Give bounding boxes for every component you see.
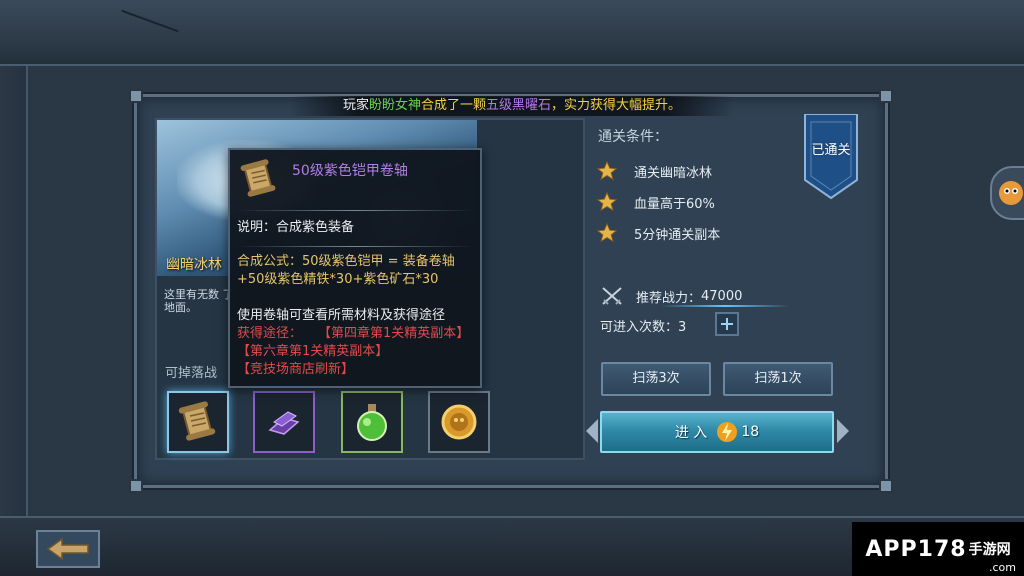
sweep-3-button[interactable]: 扫荡3次 xyxy=(601,362,711,396)
watermark-logo: APP178 手游网 .com xyxy=(852,522,1024,576)
purple-shard-icon xyxy=(268,411,300,435)
announce-suffix: ，实力获得大幅提升。 xyxy=(551,98,682,113)
tooltip-usage: 使用卷轴可查看所需材料及获得途径 xyxy=(237,308,446,323)
entries-label: 可进入次数： xyxy=(600,320,679,335)
condition-text: 5分钟通关副本 xyxy=(634,227,721,243)
tooltip-divider xyxy=(236,246,474,247)
scroll-icon xyxy=(178,401,216,441)
stage-description: 这里有无数 了地面。 xyxy=(164,288,234,314)
side-avatar-button[interactable] xyxy=(990,166,1024,220)
top-frame xyxy=(0,0,1024,66)
tooltip-source-1: 【第四章第1关精英副本】 xyxy=(318,326,470,341)
tooltip-description: 说明：合成紫色装备 xyxy=(237,220,355,235)
scroll-icon xyxy=(240,159,276,197)
power-glow-line xyxy=(660,305,790,307)
pet-face-icon xyxy=(999,181,1023,205)
condition-item: 通关幽暗冰林 xyxy=(596,160,712,182)
enter-button[interactable]: 进 入 18 xyxy=(600,411,834,453)
drops-label: 可掉落战 xyxy=(165,366,218,381)
enter-right-ornament xyxy=(837,419,849,443)
system-announcement: 玩家盼盼女神合成了一颗五级黑曜石，实力获得大幅提升。 xyxy=(290,96,734,116)
plus-icon xyxy=(721,318,733,330)
entries-value: 3 xyxy=(678,320,687,335)
tooltip-title: 50级紫色铠甲卷轴 xyxy=(292,163,408,179)
conditions-title: 通关条件： xyxy=(598,129,668,145)
stage-name: 幽暗冰林 xyxy=(166,257,222,273)
condition-item: 血量高于60% xyxy=(596,191,715,213)
announce-item: 五级黑曜石 xyxy=(486,98,552,113)
star-icon xyxy=(596,160,618,181)
announce-prefix: 玩家 xyxy=(342,98,369,113)
arrow-left-icon xyxy=(46,537,89,561)
add-entries-button[interactable] xyxy=(715,312,739,336)
drop-slot-purple-shard[interactable] xyxy=(253,391,315,453)
cleared-badge: 已通关 xyxy=(811,143,851,158)
condition-item: 5分钟通关副本 xyxy=(596,222,720,244)
tooltip-formula-line1: 合成公式：50级紫色铠甲 = 装备卷轴 xyxy=(237,254,455,269)
green-potion-icon xyxy=(357,404,387,441)
tooltip-divider xyxy=(236,210,474,211)
enter-cost: 18 xyxy=(741,424,760,440)
announce-action: 合成了一颗 xyxy=(420,98,486,113)
back-button[interactable] xyxy=(36,530,100,568)
left-frame xyxy=(0,66,28,516)
watermark-domain: .com xyxy=(989,561,1016,574)
tooltip-source-3: 【竞技场商店刷新】 xyxy=(237,362,355,377)
drop-slot-gold-coin[interactable] xyxy=(428,391,490,453)
tooltip-source-label: 获得途径： xyxy=(237,326,303,341)
entries-remaining: 可进入次数：3 xyxy=(600,316,686,335)
condition-text: 血量高于60% xyxy=(634,196,715,212)
energy-bolt-icon xyxy=(717,422,738,442)
drop-slot-scroll[interactable] xyxy=(167,391,229,453)
enter-label: 进 入 xyxy=(674,425,708,441)
announce-player: 盼盼女神 xyxy=(368,98,421,113)
tooltip-formula-line2: +50级紫色精铁*30+紫色矿石*30 xyxy=(237,272,439,287)
tooltip-source-2: 【第六章第1关精英副本】 xyxy=(237,344,389,359)
power-label: 推荐战力： xyxy=(636,290,702,306)
watermark-main: APP178 xyxy=(865,536,967,562)
condition-text: 通关幽暗冰林 xyxy=(634,165,713,181)
star-icon xyxy=(596,222,618,243)
watermark-sub: 手游网 xyxy=(968,542,1011,558)
enter-left-ornament xyxy=(586,419,598,443)
crossed-swords-icon xyxy=(602,287,622,305)
gold-coin-icon xyxy=(441,404,477,440)
sweep-1-button[interactable]: 扫荡1次 xyxy=(723,362,833,396)
drop-slot-green-potion[interactable] xyxy=(341,391,403,453)
recommended-power: 推荐战力： 47000 xyxy=(600,285,742,307)
star-icon xyxy=(596,191,618,212)
power-value: 47000 xyxy=(701,288,743,304)
